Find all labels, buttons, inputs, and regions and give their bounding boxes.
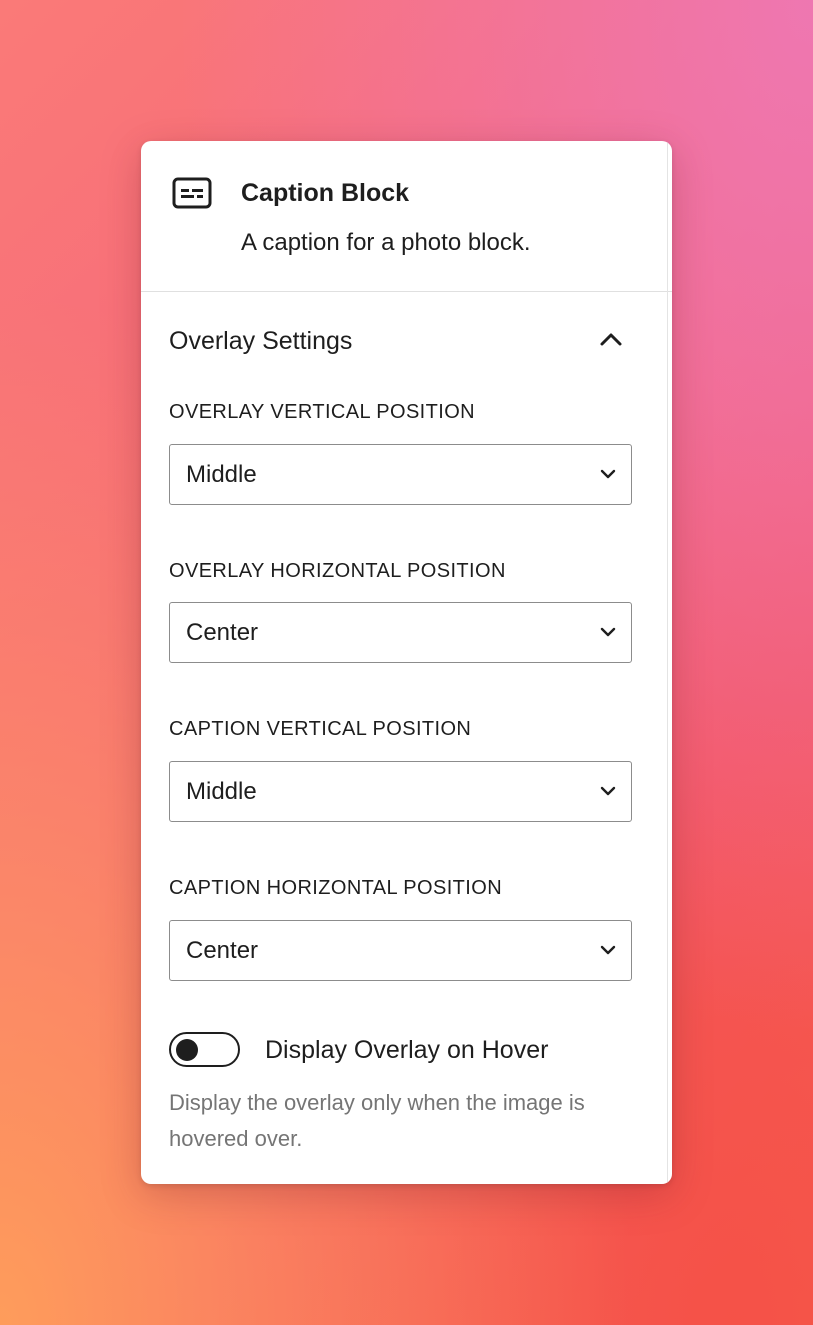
caption-icon <box>172 177 212 209</box>
toggle-knob <box>176 1038 198 1061</box>
caption-vertical-position-select[interactable]: Middle <box>169 761 632 822</box>
chevron-down-icon <box>599 467 617 481</box>
overlay-horizontal-position-select[interactable]: Center <box>169 602 632 663</box>
chevron-up-icon <box>599 331 623 352</box>
select-value: Center <box>186 619 259 646</box>
caption-vertical-position-label: CAPTION VERTICAL POSITION <box>169 718 472 740</box>
toggle-label[interactable]: Display Overlay on Hover <box>265 1034 548 1066</box>
section-title[interactable]: Overlay Settings <box>169 324 352 358</box>
block-inspector-panel: Caption Block A caption for a photo bloc… <box>141 141 672 1184</box>
chevron-down-icon <box>599 625 617 639</box>
chevron-down-icon <box>599 943 617 957</box>
display-overlay-on-hover-toggle[interactable] <box>169 1032 240 1067</box>
caption-horizontal-position-select[interactable]: Center <box>169 920 632 981</box>
section-collapse-button[interactable] <box>591 323 631 359</box>
toggle-help-text: Display the overlay only when the image … <box>169 1090 585 1151</box>
overlay-vertical-position-label: OVERLAY VERTICAL POSITION <box>169 401 476 423</box>
block-title: Caption Block <box>241 179 410 207</box>
select-value: Middle <box>186 778 257 805</box>
chevron-down-icon <box>599 784 617 798</box>
caption-horizontal-position-label: CAPTION HORIZONTAL POSITION <box>169 877 503 899</box>
select-value: Center <box>186 937 259 964</box>
select-value: Middle <box>186 461 257 488</box>
overlay-horizontal-position-label: OVERLAY HORIZONTAL POSITION <box>169 560 506 582</box>
block-description: A caption for a photo block. <box>241 229 531 256</box>
overlay-vertical-position-select[interactable]: Middle <box>169 444 632 505</box>
block-card: Caption Block A caption for a photo bloc… <box>141 141 672 292</box>
